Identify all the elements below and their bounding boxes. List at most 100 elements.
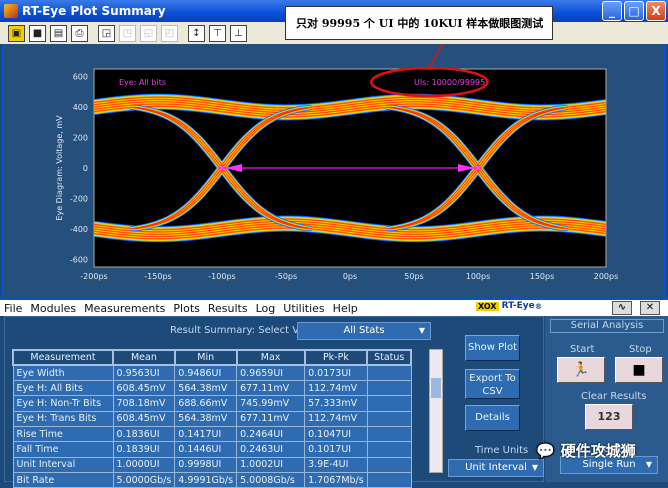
export-csv-button[interactable]: Export To CSV	[465, 369, 520, 399]
table-cell: Fall Time	[12, 441, 114, 458]
table-cell: 3.9E-4UI	[304, 456, 368, 473]
table-cell: 1.0000UI	[112, 456, 176, 473]
details-button[interactable]: Details	[465, 405, 520, 431]
save-icon[interactable]: ■	[29, 24, 46, 42]
panel-close-button[interactable]: ✕	[640, 301, 660, 315]
chevron-down-icon: ▼	[531, 463, 538, 472]
scrollbar-thumb[interactable]	[431, 378, 441, 398]
result-summary-panel: Result Summary: Select View All Stats ▼ M…	[4, 316, 544, 488]
callout-pointer	[428, 37, 447, 68]
table-cell: 0.1836UI	[112, 425, 176, 443]
cursor-bottom-icon[interactable]: ⊥	[230, 24, 247, 42]
x-tick-label: 100ps	[466, 272, 491, 281]
table-row[interactable]: Fall Time 0.1839UI 0.1446UI 0.2463UI 0.1017U…	[12, 441, 412, 458]
table-cell: 0.1839UI	[112, 441, 176, 458]
table-cell: Unit Interval	[12, 456, 114, 473]
table-row[interactable]: Rise Time 0.1836UI 0.1417UI 0.2464UI 0.1047U…	[12, 425, 412, 443]
menu-help[interactable]: Help	[333, 302, 358, 315]
y-tick-label: 0	[83, 164, 88, 173]
show-plot-button[interactable]: Show Plot	[465, 335, 520, 361]
brand-name: RT-Eye	[501, 301, 535, 311]
column-header[interactable]: Min	[173, 348, 238, 367]
cursor-vertical-icon[interactable]: ↕	[188, 24, 205, 42]
table-cell: 708.18mV	[112, 395, 176, 412]
x-tick-label: -150ps	[144, 272, 171, 281]
table-scrollbar[interactable]	[429, 349, 443, 473]
menu-file[interactable]: File	[4, 302, 22, 315]
waveform-icon[interactable]: ∿	[612, 301, 632, 315]
table-cell: 688.66mV	[174, 395, 238, 412]
clear-results-button[interactable]: 123	[585, 404, 633, 430]
table-row[interactable]: Unit Interval 1.0000UI 0.9998UI 1.0002UI 3.9…	[12, 456, 412, 473]
stop-label: Stop	[629, 344, 652, 355]
table-cell: 0.2464UI	[236, 425, 306, 443]
table-cell: Rise Time	[12, 425, 114, 443]
table-row[interactable]: Bit Rate 5.0000Gb/s 4.9991Gb/s 5.0008Gb/s 1.…	[12, 471, 412, 488]
x-tick-label: 50ps	[404, 272, 423, 281]
chart-title: Eye: All bits	[119, 78, 166, 87]
start-button[interactable]: 🏃	[557, 357, 605, 383]
table-cell: 745.99mV	[236, 395, 306, 412]
table-cell	[366, 395, 412, 412]
column-header[interactable]: Status	[366, 348, 413, 367]
stop-icon: ■	[632, 362, 646, 378]
column-header[interactable]: Max	[235, 348, 306, 367]
maximize-button[interactable]: □	[624, 1, 644, 21]
menu-plots[interactable]: Plots	[173, 302, 199, 315]
menu-results[interactable]: Results	[208, 302, 248, 315]
eraser-icon: 123	[597, 410, 621, 423]
select-view-dropdown[interactable]: All Stats ▼	[297, 322, 431, 340]
stop-button[interactable]: ■	[615, 357, 663, 383]
table-row[interactable]: Eye H: Non-Tr Bits 708.18mV 688.66mV 745.99…	[12, 395, 412, 412]
watermark-text: 硬件攻城狮	[560, 442, 636, 460]
menu-bar: File Modules Measurements Plots Results …	[0, 298, 668, 316]
table-cell: 57.333mV	[304, 395, 368, 412]
select-view-value: All Stats	[343, 325, 385, 336]
time-units-value: Unit Interval	[465, 462, 527, 473]
table-cell	[366, 471, 412, 488]
table-row[interactable]: Eye Width 0.9563UI 0.9486UI 0.9659UI 0.0173U…	[12, 364, 412, 382]
wechat-icon: 💬	[536, 441, 555, 460]
zoom-out-icon: ◳	[119, 24, 136, 42]
print-icon[interactable]: ⎙	[71, 24, 88, 42]
brand-logo-icon: XOX	[476, 301, 499, 311]
cursor-top-icon[interactable]: ⊤	[209, 24, 226, 42]
table-cell: 1.0002UI	[236, 456, 306, 473]
x-tick-label: 150ps	[530, 272, 555, 281]
x-tick-label: -50ps	[275, 272, 297, 281]
table-row[interactable]: Eye H: Trans Bits 608.45mV 564.38mV 677.11m…	[12, 410, 412, 427]
minimize-button[interactable]: _	[602, 1, 622, 21]
menu-log[interactable]: Log	[256, 302, 276, 315]
table-cell	[366, 380, 412, 397]
table-cell: Eye Width	[12, 364, 114, 382]
watermark: 💬 硬件攻城狮	[536, 440, 636, 461]
table-cell: 0.1017UI	[304, 441, 368, 458]
menu-utilities[interactable]: Utilities	[283, 302, 324, 315]
menu-measurements[interactable]: Measurements	[84, 302, 165, 315]
table-cell: 0.9563UI	[112, 364, 176, 382]
clear-results-label: Clear Results	[581, 391, 647, 402]
table-cell: Bit Rate	[12, 471, 114, 488]
table-cell	[366, 364, 412, 382]
time-units-dropdown[interactable]: Unit Interval ▼	[448, 459, 544, 477]
column-header[interactable]: Mean	[112, 348, 176, 367]
x-tick-label: -200ps	[80, 272, 107, 281]
table-cell: Eye H: Non-Tr Bits	[12, 395, 114, 412]
column-header[interactable]: Measurement	[12, 348, 114, 367]
logo-icon[interactable]: ▣	[8, 24, 25, 42]
table-cell	[366, 425, 412, 443]
table-cell: 0.1446UI	[174, 441, 238, 458]
column-header[interactable]: Pk-Pk	[303, 348, 369, 367]
y-tick-label: -200	[70, 194, 88, 203]
table-cell: 0.2463UI	[236, 441, 306, 458]
save-all-icon[interactable]: ▤	[50, 24, 67, 42]
table-cell	[366, 441, 412, 458]
window-title: RT-Eye Plot Summary	[22, 4, 166, 18]
x-tick-label: 200ps	[594, 272, 619, 281]
table-cell: 677.11mV	[236, 410, 306, 427]
zoom-icon[interactable]: ◲	[98, 24, 115, 42]
close-button[interactable]: X	[646, 1, 666, 21]
start-label: Start	[570, 344, 595, 355]
menu-modules[interactable]: Modules	[30, 302, 76, 315]
table-row[interactable]: Eye H: All Bits 608.45mV 564.38mV 677.11mV 1…	[12, 380, 412, 397]
